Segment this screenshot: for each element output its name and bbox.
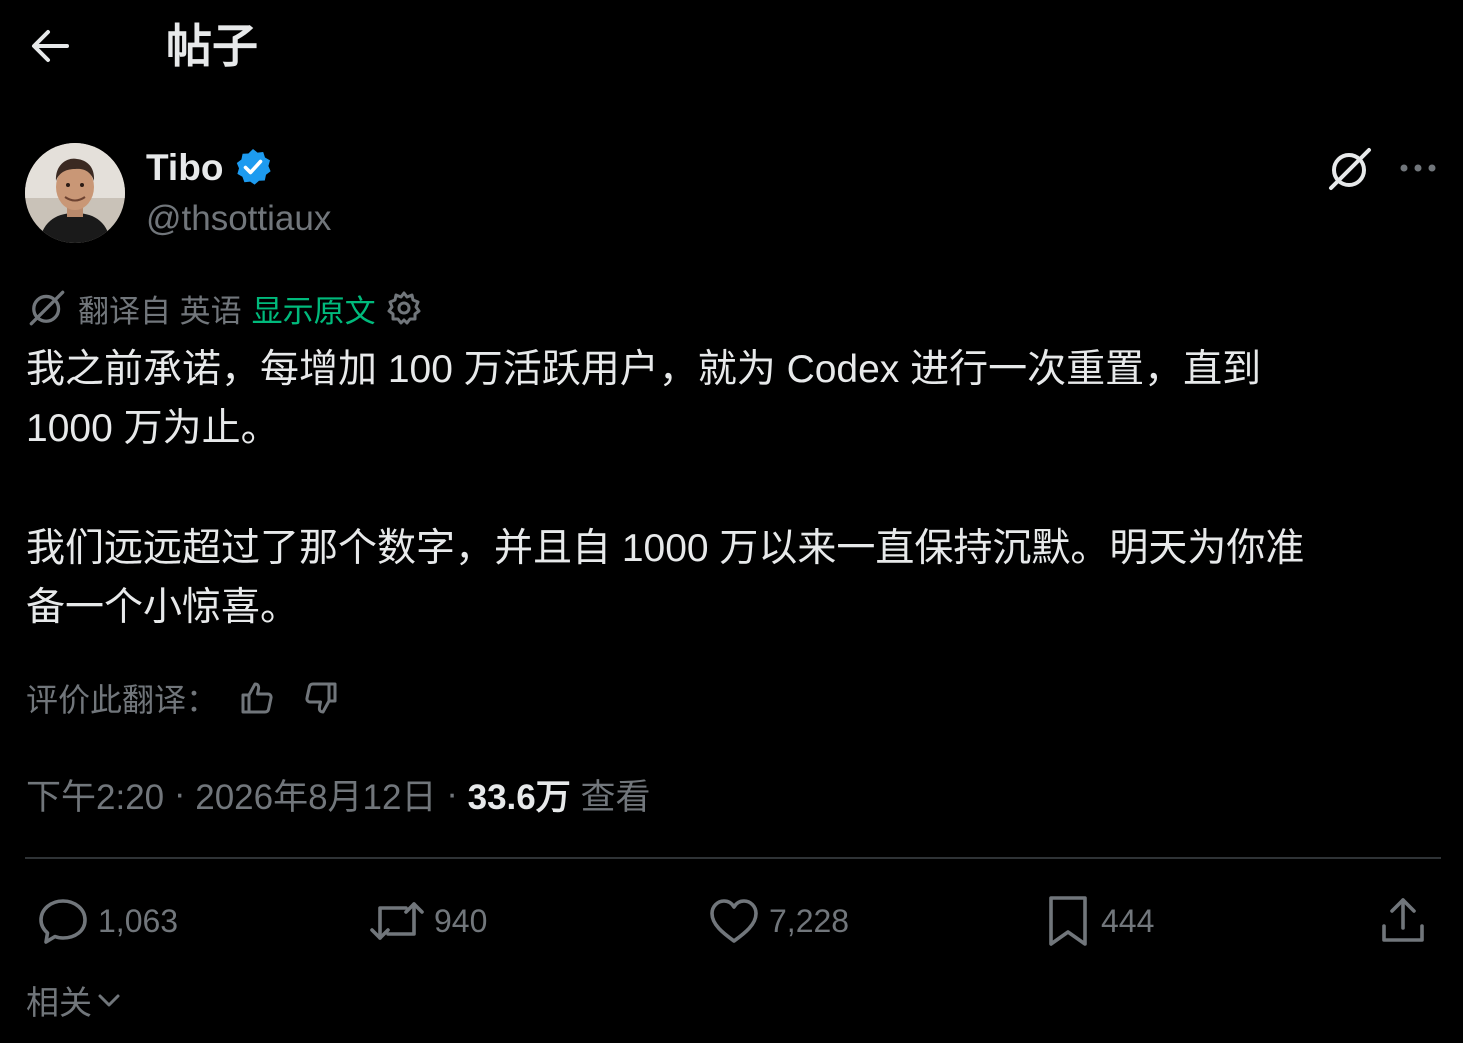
related-label: 相关 <box>26 984 92 1021</box>
bookmark-count: 444 <box>1101 902 1155 939</box>
author-name[interactable]: Tibo <box>146 146 223 190</box>
bookmark-button[interactable]: 444 <box>1043 892 1154 950</box>
thumbs-down-button[interactable] <box>296 676 346 720</box>
views-count: 33.6万 <box>467 777 571 817</box>
tweet-text: 我之前承诺，每增加 100 万活跃用户，就为 Codex 进行一次重置，直到 1… <box>26 340 1436 637</box>
page-title: 帖子 <box>166 20 258 72</box>
tweet-time[interactable]: 下午2:20 <box>26 769 164 820</box>
reply-button[interactable]: 1,063 <box>36 892 178 950</box>
views-label: 查看 <box>570 777 651 817</box>
like-icon <box>710 899 758 943</box>
repost-count: 940 <box>434 902 488 939</box>
show-original-link[interactable]: 显示原文 <box>252 286 376 331</box>
translation-row: 翻译自 英语 显示原文 <box>26 287 422 329</box>
back-arrow-icon <box>32 30 69 62</box>
reply-icon <box>39 899 87 944</box>
grok-icon <box>1329 148 1371 190</box>
bookmark-icon <box>1049 896 1087 946</box>
translate-icon <box>29 290 65 326</box>
like-button[interactable]: 7,228 <box>707 892 849 950</box>
avatar[interactable] <box>25 143 125 243</box>
tweet-paragraph: 我们远远超过了那个数字，并且自 1000 万以来一直保持沉默。明天为你准 备一个… <box>26 527 1305 629</box>
related-toggle[interactable]: 相关 <box>26 978 122 1022</box>
reply-count: 1,063 <box>98 902 179 939</box>
more-icon <box>1400 164 1436 172</box>
share-button[interactable] <box>1376 892 1430 950</box>
tweet-date[interactable]: 2026年8月12日 <box>195 769 436 820</box>
translation-source-label: 翻译自 英语 <box>78 293 242 329</box>
thumbs-up-button[interactable] <box>232 676 282 720</box>
repost-icon <box>370 902 424 940</box>
separator: · <box>164 774 196 813</box>
tweet-paragraph: 我之前承诺，每增加 100 万活跃用户，就为 Codex 进行一次重置，直到 1… <box>26 348 1262 450</box>
chevron-down-icon <box>98 994 120 1007</box>
thumbs-down-icon <box>305 682 337 714</box>
more-button[interactable] <box>1393 150 1443 186</box>
verified-badge-icon <box>233 147 273 187</box>
settings-gear-icon[interactable] <box>386 290 422 326</box>
like-count: 7,228 <box>769 902 850 939</box>
thumbs-up-icon <box>241 682 273 714</box>
author-handle[interactable]: @thsottiaux <box>146 198 331 240</box>
back-button[interactable] <box>24 20 76 72</box>
grok-button[interactable] <box>1325 146 1375 192</box>
separator: · <box>436 774 468 813</box>
tweet-meta: 下午2:20 · 2026年8月12日 · 33.6万 查看 <box>26 772 650 817</box>
rate-translation-row: 评价此翻译： <box>26 676 346 720</box>
rate-translation-label: 评价此翻译： <box>26 682 219 718</box>
share-icon <box>1382 898 1424 942</box>
repost-button[interactable]: 940 <box>368 892 487 950</box>
divider <box>25 857 1441 859</box>
